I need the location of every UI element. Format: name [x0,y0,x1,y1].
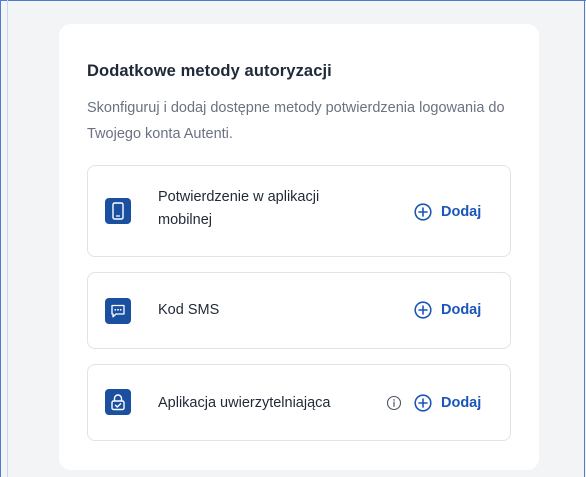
lock-check-icon [105,389,131,415]
method-card-mobile-app: Potwierdzenie w aplikacji mobilnej Dodaj [87,165,511,257]
window-inner-border [7,0,8,477]
info-icon[interactable] [386,395,402,411]
method-card-sms: Kod SMS Dodaj [87,272,511,349]
plus-circle-icon [414,203,432,221]
window-border-right [584,0,585,477]
method-label: Kod SMS [158,302,220,318]
method-label: Aplikacja uwierzytelniająca [158,395,331,411]
section-title: Dodatkowe metody autoryzacji [87,62,332,80]
add-button-label: Dodaj [441,204,482,220]
method-card-authenticator-app: Aplikacja uwierzytelniająca Dodaj [87,364,511,441]
add-sms-button[interactable]: Dodaj [414,298,481,322]
add-authenticator-app-button[interactable]: Dodaj [414,391,481,415]
plus-circle-icon [414,301,432,319]
plus-circle-icon [414,394,432,412]
window-border-top [0,0,586,1]
add-button-label: Dodaj [441,302,482,318]
auth-methods-panel: Dodatkowe metody autoryzacji Skonfiguruj… [59,24,539,470]
add-mobile-app-button[interactable]: Dodaj [414,200,481,224]
method-label: Potwierdzenie w aplikacji mobilnej [158,189,320,228]
window-border-left [0,0,1,477]
add-button-label: Dodaj [441,395,482,411]
section-description: Skonfiguruj i dodaj dostępne metody potw… [87,100,505,142]
sms-message-icon [105,298,131,324]
mobile-phone-icon [105,198,131,224]
